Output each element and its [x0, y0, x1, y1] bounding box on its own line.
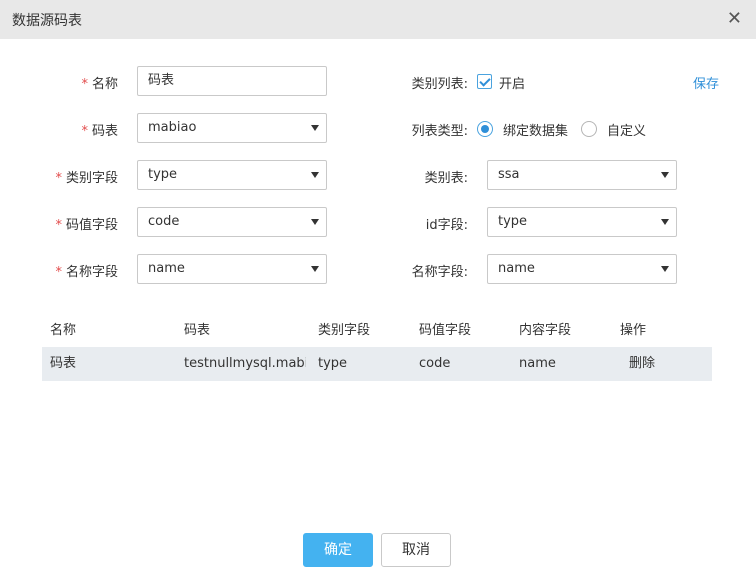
name-field-label: * 名称字段	[55, 265, 118, 280]
confirm-button[interactable]: 确定	[303, 533, 373, 567]
table-header: 名称 码表 类别字段 码值字段 内容字段 操作	[42, 314, 712, 347]
category-table-select[interactable]: ssa	[487, 160, 677, 190]
cancel-button[interactable]: 取消	[381, 533, 451, 567]
enable-label: 开启	[499, 77, 526, 92]
radio-custom-label: 自定义	[607, 124, 647, 139]
radio-custom[interactable]	[581, 121, 597, 137]
header-codetable: 码表	[184, 323, 211, 338]
cell-category: type	[318, 356, 348, 371]
cell-code: code	[419, 356, 451, 371]
delete-link[interactable]: 删除	[629, 347, 655, 381]
id-field-label: id字段:	[425, 218, 468, 233]
codetable-label: * 码表	[81, 124, 118, 139]
cell-content: name	[519, 356, 556, 371]
header-name: 名称	[50, 323, 77, 338]
name-field2-select[interactable]: name	[487, 254, 677, 284]
category-table-label: 类别表:	[424, 171, 468, 186]
category-field-label: * 类别字段	[55, 171, 118, 186]
name-field2-label: 名称字段:	[411, 265, 468, 280]
close-icon[interactable]: ✕	[727, 8, 742, 29]
header-code: 码值字段	[419, 323, 472, 338]
save-link[interactable]: 保存	[693, 73, 719, 92]
list-type-label: 列表类型:	[411, 124, 468, 139]
radio-bind-dataset[interactable]	[477, 121, 493, 137]
name-field-select[interactable]: name	[137, 254, 327, 284]
category-list-label: 类别列表:	[411, 77, 468, 92]
name-input[interactable]: 码表	[137, 66, 327, 96]
cell-codetable: testnullmysql.mabi...	[184, 356, 306, 371]
code-field-select[interactable]: code	[137, 207, 327, 237]
dialog-title: 数据源码表	[12, 13, 82, 29]
codetable-select[interactable]: mabiao	[137, 113, 327, 143]
table-row: 码表 testnullmysql.mabi... type code name …	[42, 347, 712, 381]
dialog-title-bar: 数据源码表 ✕	[0, 0, 756, 39]
cell-name: 码表	[50, 356, 77, 371]
header-action: 操作	[620, 323, 647, 338]
enable-checkbox[interactable]	[477, 74, 492, 89]
id-field-select[interactable]: type	[487, 207, 677, 237]
header-category: 类别字段	[318, 323, 371, 338]
codetable-table: 名称 码表 类别字段 码值字段 内容字段 操作 码表 testnullmysql…	[42, 314, 712, 381]
name-label: * 名称	[81, 77, 118, 92]
code-field-label: * 码值字段	[55, 218, 118, 233]
header-content: 内容字段	[519, 323, 572, 338]
category-field-select[interactable]: type	[137, 160, 327, 190]
radio-bind-dataset-label: 绑定数据集	[503, 124, 569, 139]
